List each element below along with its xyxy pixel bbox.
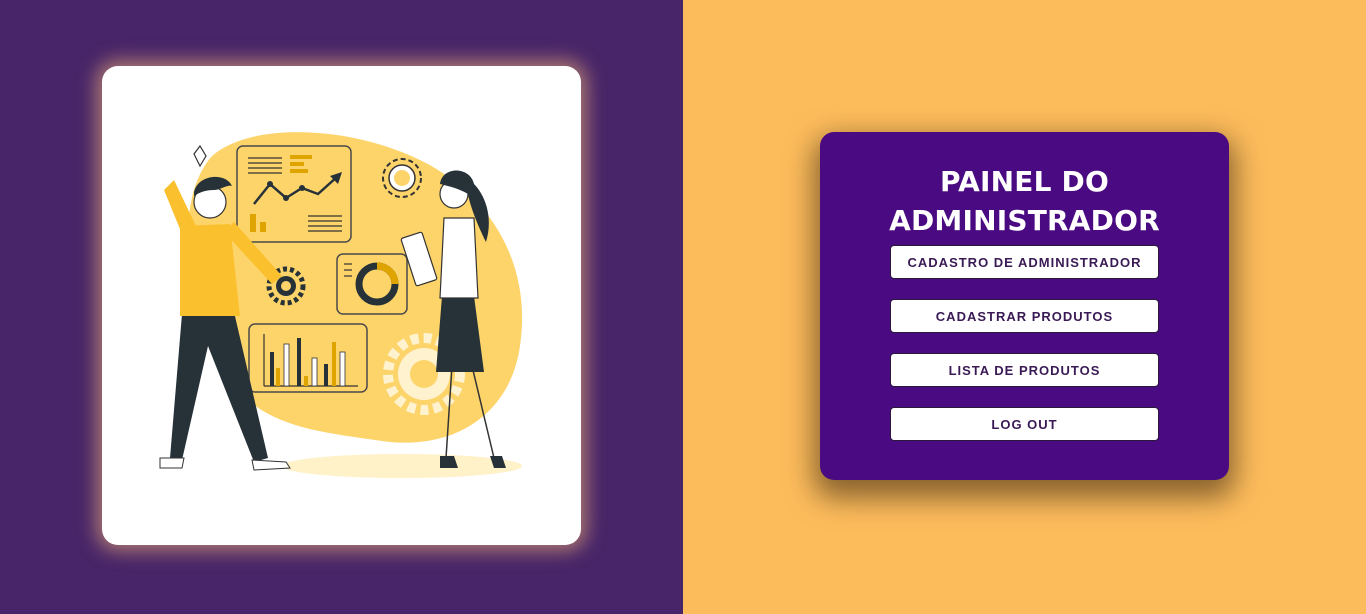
illustration-card bbox=[102, 66, 581, 545]
register-admin-button[interactable]: CADASTRO DE ADMINISTRADOR bbox=[890, 245, 1159, 279]
bar-chart-card bbox=[248, 323, 368, 393]
panel-title-line1: PAINEL DO bbox=[939, 165, 1110, 198]
logout-button[interactable]: LOG OUT bbox=[890, 407, 1159, 441]
admin-panel: PAINEL DO ADMINISTRADOR CADASTRO DE ADMI… bbox=[820, 132, 1229, 480]
donut-chart-card bbox=[336, 253, 408, 315]
admin-page: PAINEL DO ADMINISTRADOR CADASTRO DE ADMI… bbox=[0, 0, 1366, 614]
admin-menu: CADASTRO DE ADMINISTRADOR CADASTRAR PROD… bbox=[890, 245, 1159, 441]
left-pane bbox=[0, 0, 683, 614]
team-analytics-illustration bbox=[159, 132, 523, 478]
product-list-button[interactable]: LISTA DE PRODUTOS bbox=[890, 353, 1159, 387]
panel-title: PAINEL DO ADMINISTRADOR bbox=[820, 162, 1229, 240]
panel-title-line2: ADMINISTRADOR bbox=[889, 204, 1160, 237]
right-pane: PAINEL DO ADMINISTRADOR CADASTRO DE ADMI… bbox=[683, 0, 1366, 614]
register-products-button[interactable]: CADASTRAR PRODUTOS bbox=[890, 299, 1159, 333]
line-chart-card bbox=[236, 145, 352, 243]
